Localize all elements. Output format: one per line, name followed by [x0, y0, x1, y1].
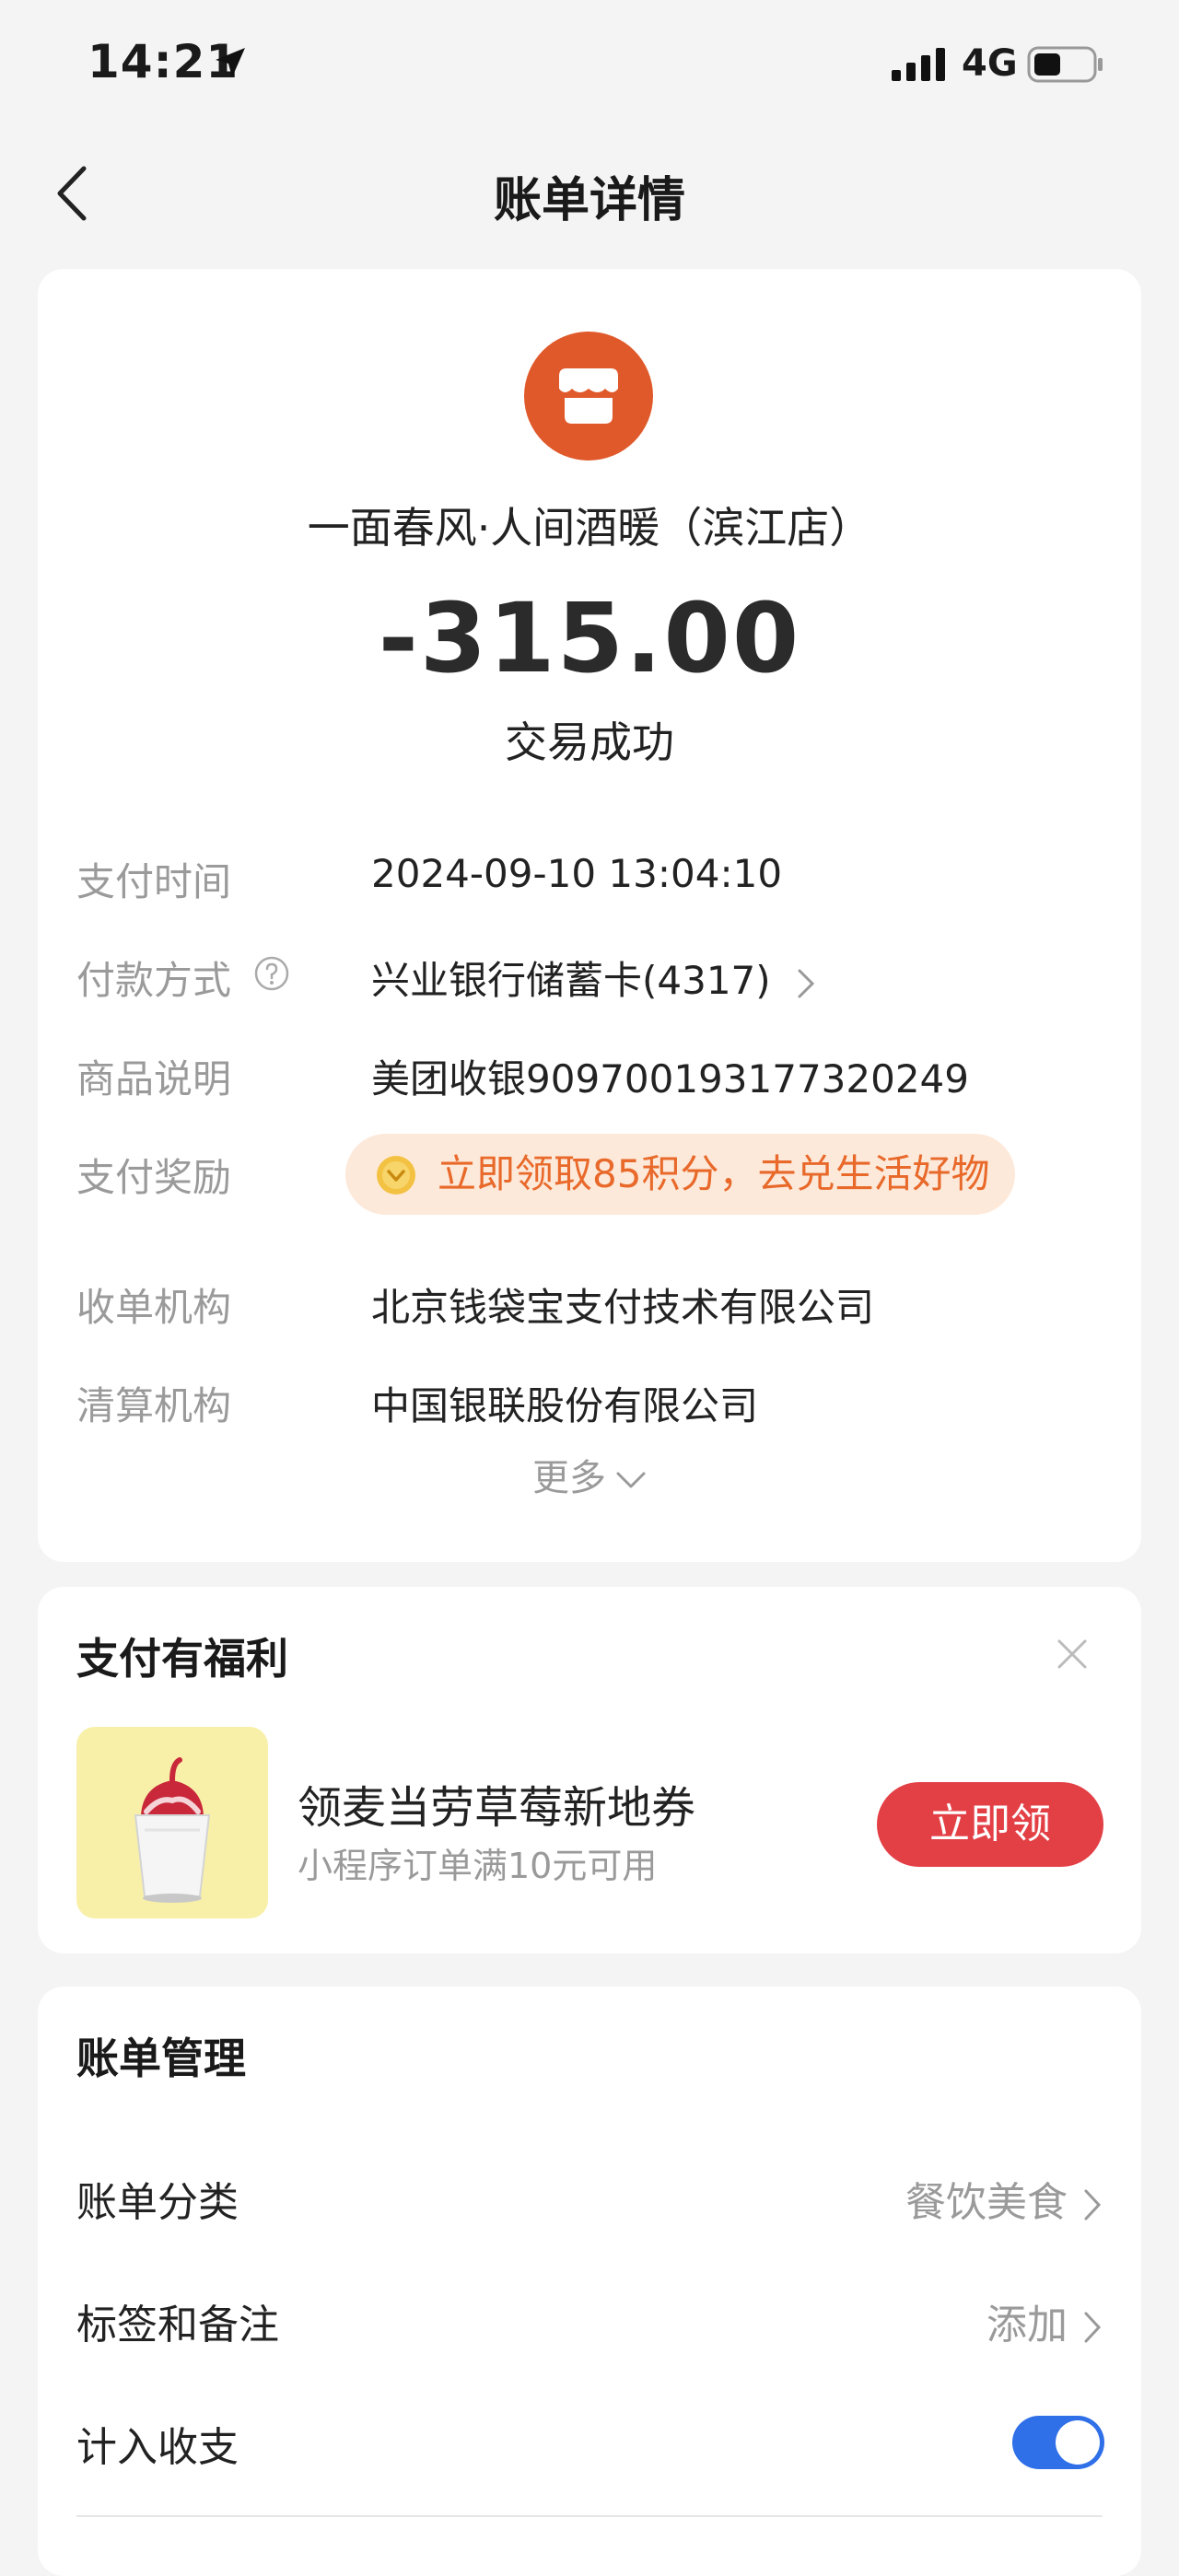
detail-value: 中国银联股份有限公司	[371, 1383, 759, 1428]
help-circle-icon[interactable]	[253, 955, 290, 992]
detail-value: 北京钱袋宝支付技术有限公司	[371, 1285, 875, 1330]
chevron-right-icon	[1084, 2312, 1102, 2343]
reward-text: 立即领取85积分，去兑生活好物	[438, 1151, 990, 1196]
location-arrow-icon	[216, 48, 245, 77]
detail-label: 支付时间	[76, 859, 232, 904]
perk-item-condition: 小程序订单满10元可用	[298, 1846, 658, 1886]
detail-label: 清算机构	[76, 1383, 232, 1428]
close-icon[interactable]	[1056, 1638, 1089, 1671]
page-title: 账单详情	[493, 173, 685, 228]
nav-bar: 账单详情	[0, 147, 1179, 230]
detail-row-clearing: 清算机构 中国银联股份有限公司	[38, 1364, 1141, 1438]
status-bar: 14:21 4G	[0, 0, 1179, 129]
pay-method-text: 兴业银行储蓄卡(4317)	[371, 958, 771, 1003]
category-value: 餐饮美食	[905, 2179, 1068, 2226]
detail-row-pay-method[interactable]: 付款方式 兴业银行储蓄卡(4317)	[38, 938, 1141, 1012]
detail-label: 付款方式	[76, 958, 232, 1003]
detail-label: 收单机构	[76, 1285, 232, 1330]
bill-summary-card: 一面春风·人间酒暖（滨江店） -315.00 交易成功 支付时间 2024-09…	[38, 269, 1141, 1562]
include-in-stats-row: 计入收支	[38, 2388, 1141, 2489]
detail-row-goods-desc: 商品说明 美团收银909700193177320249	[38, 1037, 1141, 1111]
merchant-name: 一面春风·人间酒暖（滨江店）	[307, 503, 872, 553]
row-value: 餐饮美食	[905, 2169, 1103, 2228]
perk-title: 支付有福利	[76, 1634, 288, 1684]
row-label: 账单分类	[76, 2179, 239, 2226]
coin-icon	[377, 1156, 415, 1195]
row-label: 计入收支	[76, 2424, 239, 2471]
sundae-image	[76, 1727, 268, 1918]
toggle-knob	[1056, 2420, 1100, 2465]
detail-row-acquirer: 收单机构 北京钱袋宝支付技术有限公司	[38, 1265, 1141, 1339]
battery-icon	[1027, 46, 1103, 83]
add-tag-value: 添加	[986, 2302, 1068, 2349]
transaction-amount: -315.00	[378, 582, 801, 694]
chevron-right-icon	[1084, 2189, 1102, 2220]
detail-value: 美团收银909700193177320249	[371, 1056, 969, 1102]
divider	[76, 2515, 1103, 2517]
detail-value-with-chevron: 兴业银行储蓄卡(4317)	[371, 950, 816, 1006]
row-label: 标签和备注	[76, 2302, 279, 2349]
row-value: 添加	[986, 2291, 1103, 2350]
network-label: 4G	[962, 42, 1018, 85]
include-in-stats-toggle[interactable]	[1012, 2416, 1104, 2469]
bill-management-card: 账单管理 账单分类 餐饮美食 标签和备注 添加 计入收支	[38, 1987, 1141, 2576]
bill-category-row[interactable]: 账单分类 餐饮美食	[38, 2143, 1141, 2244]
reward-pill[interactable]: 立即领取85积分，去兑生活好物	[345, 1134, 1016, 1215]
claim-button[interactable]: 立即领	[877, 1782, 1103, 1867]
storefront-icon	[524, 332, 653, 460]
signal-icon	[892, 48, 945, 81]
detail-label: 商品说明	[76, 1056, 232, 1102]
transaction-status: 交易成功	[505, 717, 674, 767]
section-title: 账单管理	[76, 2034, 246, 2083]
more-label: 更多	[532, 1457, 606, 1499]
more-toggle[interactable]: 更多	[38, 1448, 1141, 1501]
payment-perk-card: 支付有福利 领麦当劳草莓新地券 小程序订单满10元可用 立即领	[38, 1587, 1141, 1953]
chevron-down-icon	[616, 1472, 646, 1488]
chevron-right-icon	[798, 969, 815, 997]
detail-row-reward: 支付奖励 立即领取85积分，去兑生活好物	[38, 1134, 1141, 1215]
detail-value: 2024-09-10 13:04:10	[371, 851, 783, 896]
detail-label: 支付奖励	[76, 1155, 232, 1200]
detail-row-pay-time: 支付时间 2024-09-10 13:04:10	[38, 840, 1141, 914]
perk-item-name: 领麦当劳草莓新地券	[298, 1782, 696, 1834]
tags-notes-row[interactable]: 标签和备注 添加	[38, 2266, 1141, 2367]
